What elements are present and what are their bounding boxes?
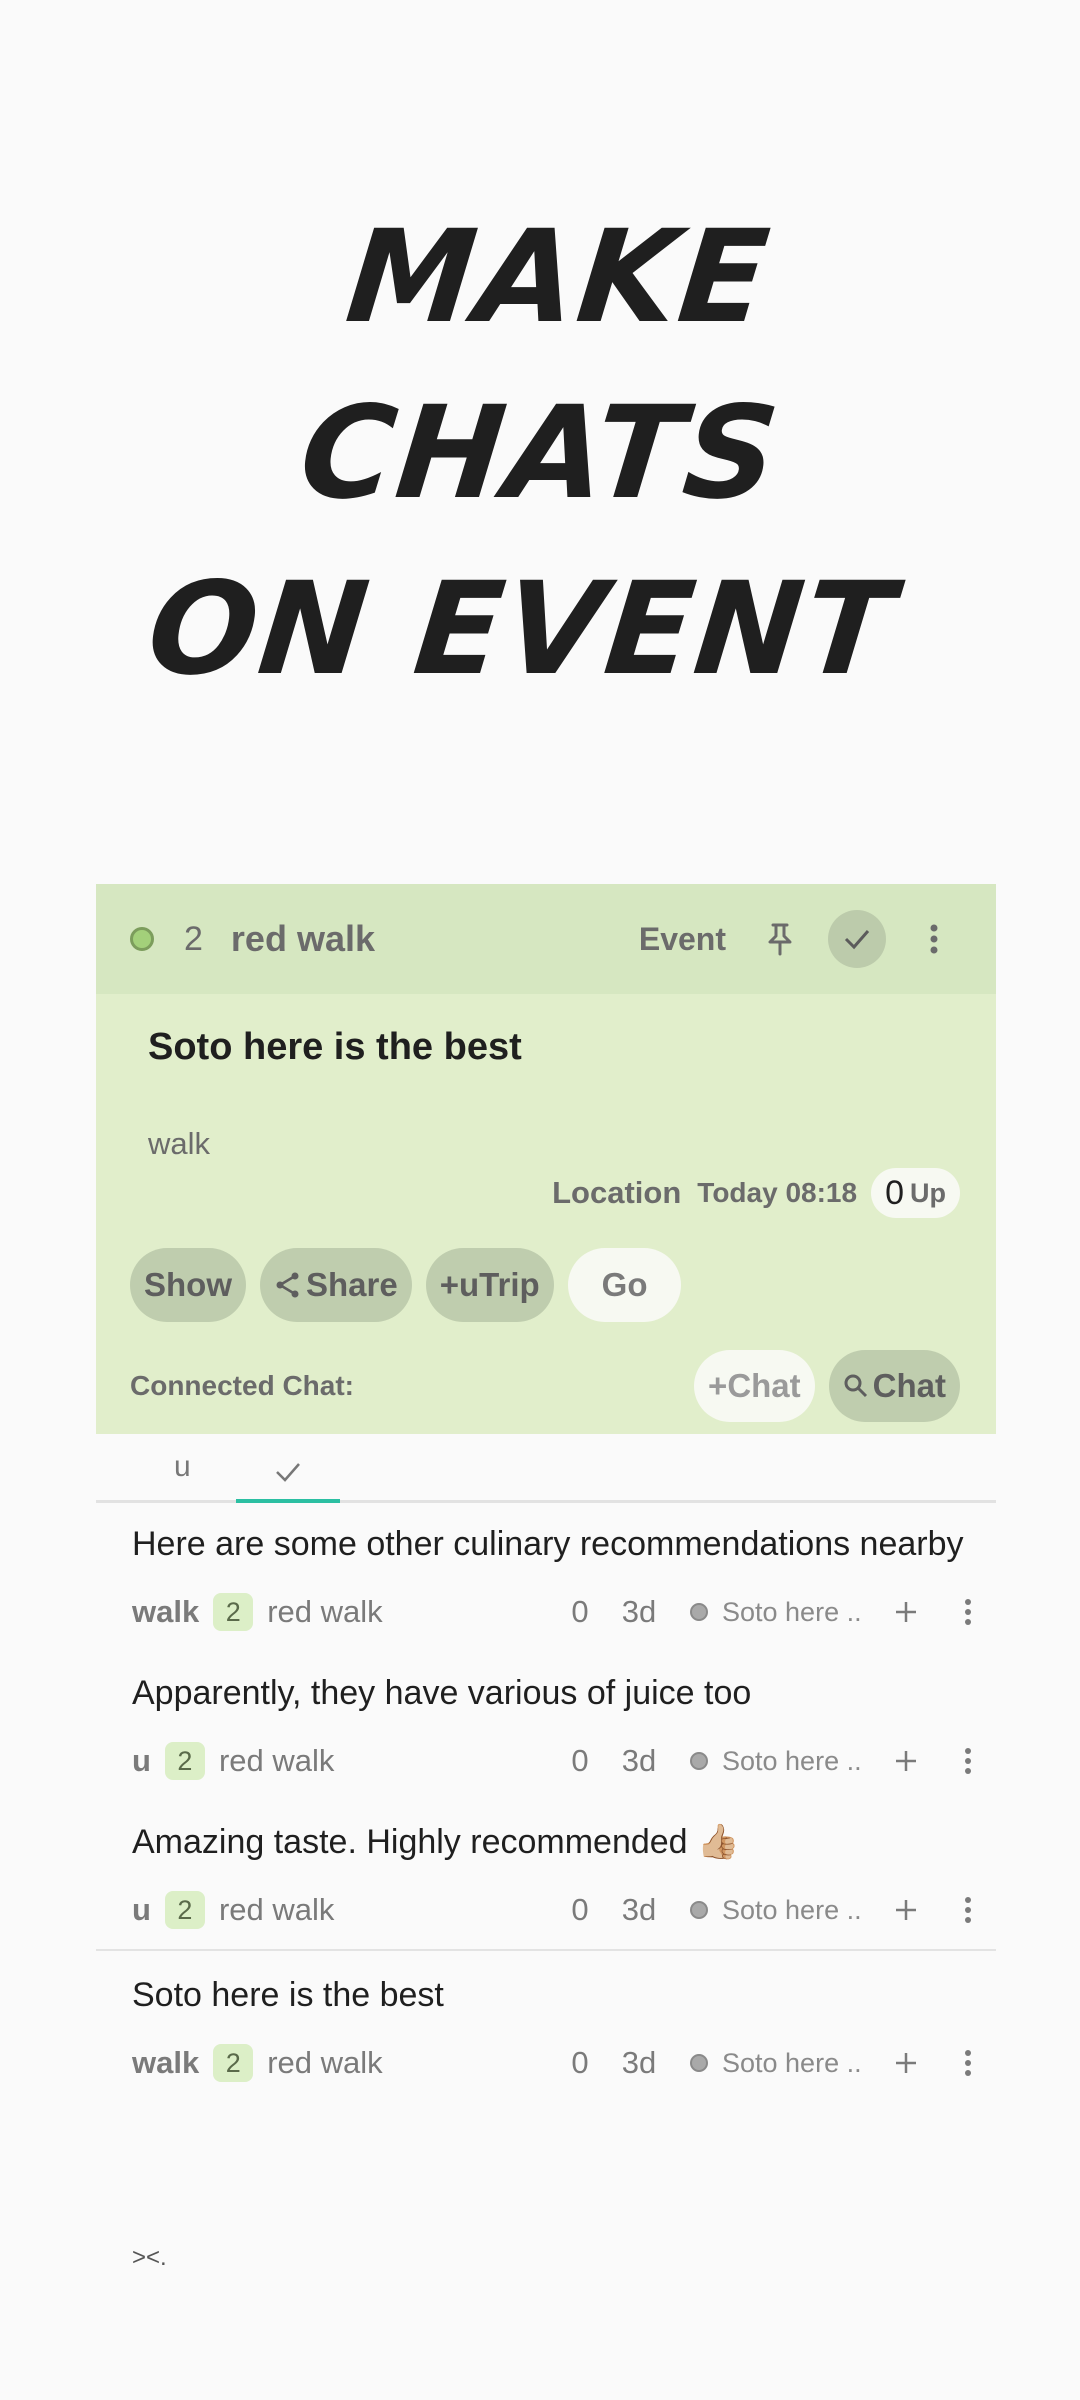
ref-dot: [690, 1752, 708, 1770]
list-item[interactable]: Apparently, they have various of juice t…: [96, 1647, 996, 1796]
action-buttons: Show Share +uTrip Go: [130, 1248, 682, 1322]
show-label: Show: [144, 1266, 232, 1303]
event-type-label: Event: [638, 920, 726, 957]
chat-name[interactable]: red walk: [219, 1743, 334, 1779]
message-age: 3d: [621, 1594, 657, 1629]
message-user[interactable]: walk: [132, 1594, 199, 1630]
headline-line-2: CHATS: [293, 379, 787, 528]
list-item[interactable]: Amazing taste. Highly recommended 👍🏼 u 2…: [96, 1796, 996, 1945]
ref-text[interactable]: Soto here ..: [722, 1597, 872, 1628]
message-user[interactable]: u: [132, 1743, 151, 1779]
pin-icon[interactable]: [752, 911, 808, 967]
event-title: Soto here is the best: [148, 1026, 522, 1068]
share-label: Share: [306, 1266, 398, 1303]
reply-count: 0: [571, 2045, 589, 2080]
message-meta: u 2 red walk 0 3d Soto here ..: [132, 1875, 996, 1945]
message-text: Here are some other culinary recommendat…: [132, 1525, 964, 1563]
chat-name[interactable]: red walk: [267, 2045, 382, 2081]
message-age: 3d: [621, 1892, 657, 1927]
more-vert-icon[interactable]: [906, 911, 962, 967]
check-icon: [276, 1463, 300, 1482]
up-label: Up: [910, 1177, 946, 1208]
count-badge: 2: [164, 1891, 205, 1929]
up-count: 0: [885, 1173, 904, 1212]
connected-chat-label: Connected Chat:: [130, 1370, 354, 1401]
ref-dot: [690, 1901, 708, 1919]
more-vert-icon[interactable]: [940, 1584, 996, 1640]
headline: MAKE CHATS ON EVENT: [0, 190, 1080, 718]
location-label[interactable]: Location: [552, 1175, 681, 1211]
message-list: Here are some other culinary recommendat…: [96, 1500, 996, 2098]
ref-text[interactable]: Soto here ..: [722, 2048, 872, 2079]
add-icon[interactable]: [878, 1584, 934, 1640]
count-badge: 2: [164, 1742, 205, 1780]
search-chat-button[interactable]: Chat: [828, 1350, 960, 1422]
more-vert-icon[interactable]: [940, 2035, 996, 2091]
event-tag[interactable]: walk: [148, 1126, 210, 1162]
add-chat-label: +Chat: [708, 1367, 801, 1404]
event-card-header: 2 red walk Event: [96, 884, 996, 994]
reply-count: 0: [571, 1892, 589, 1927]
ref-dot: [690, 1603, 708, 1621]
reply-count: 0: [571, 1743, 589, 1778]
share-button[interactable]: Share: [260, 1248, 412, 1322]
message-meta: walk 2 red walk 0 3d Soto here ..: [132, 2028, 996, 2098]
message-text: Amazing taste. Highly recommended 👍🏼: [132, 1823, 740, 1861]
member-count: 2: [184, 919, 203, 958]
more-vert-icon[interactable]: [940, 1733, 996, 1789]
message-meta: u 2 red walk 0 3d Soto here ..: [132, 1726, 996, 1796]
ref-dot: [690, 2054, 708, 2072]
message-user[interactable]: walk: [132, 2045, 199, 2081]
add-chat-button[interactable]: +Chat: [694, 1350, 815, 1422]
event-time: Today 08:18: [697, 1177, 858, 1208]
add-trip-label: +uTrip: [439, 1266, 540, 1303]
ref-text[interactable]: Soto here ..: [722, 1895, 872, 1926]
list-item[interactable]: Here are some other culinary recommendat…: [96, 1500, 996, 1647]
event-name[interactable]: red walk: [231, 918, 375, 960]
go-button[interactable]: Go: [567, 1248, 682, 1322]
tab-bar: u: [96, 1434, 996, 1503]
message-age: 3d: [621, 1743, 657, 1778]
add-trip-button[interactable]: +uTrip: [425, 1248, 554, 1322]
status-dot: [130, 927, 154, 951]
add-icon[interactable]: [878, 1733, 934, 1789]
search-chat-label: Chat: [872, 1367, 946, 1404]
message-age: 3d: [621, 2045, 657, 2080]
add-icon[interactable]: [878, 2035, 934, 2091]
event-card: 2 red walk Event Soto here is the best w…: [96, 884, 996, 1434]
show-button[interactable]: Show: [130, 1248, 246, 1322]
tab-check[interactable]: [236, 1444, 340, 1500]
up-vote-button[interactable]: 0 Up: [871, 1168, 960, 1218]
more-vert-icon[interactable]: [940, 1882, 996, 1938]
chat-name[interactable]: red walk: [267, 1594, 382, 1630]
add-icon[interactable]: [878, 1882, 934, 1938]
message-text: Apparently, they have various of juice t…: [132, 1674, 752, 1712]
share-icon: [276, 1272, 299, 1298]
check-icon[interactable]: [828, 910, 886, 968]
headline-line-3: ON EVENT: [141, 555, 902, 704]
go-label: Go: [601, 1266, 648, 1303]
message-user[interactable]: u: [132, 1892, 151, 1928]
chat-name[interactable]: red walk: [219, 1892, 334, 1928]
headline-line-1: MAKE: [340, 203, 777, 352]
search-icon: [844, 1374, 867, 1398]
count-badge: 2: [213, 1593, 254, 1631]
message-text: Soto here is the best: [132, 1976, 444, 2014]
reply-count: 0: [571, 1594, 589, 1629]
count-badge: 2: [213, 2044, 254, 2082]
footer-text: ><.: [132, 2244, 167, 2271]
location-row: Location Today 08:18 0 Up: [552, 1168, 960, 1218]
tab-u[interactable]: u: [174, 1450, 191, 1484]
connected-chat-row: Connected Chat: +Chat Chat: [130, 1350, 960, 1422]
list-item[interactable]: Soto here is the best walk 2 red walk 0 …: [96, 1951, 996, 2098]
message-meta: walk 2 red walk 0 3d Soto here ..: [132, 1577, 996, 1647]
ref-text[interactable]: Soto here ..: [722, 1746, 872, 1777]
